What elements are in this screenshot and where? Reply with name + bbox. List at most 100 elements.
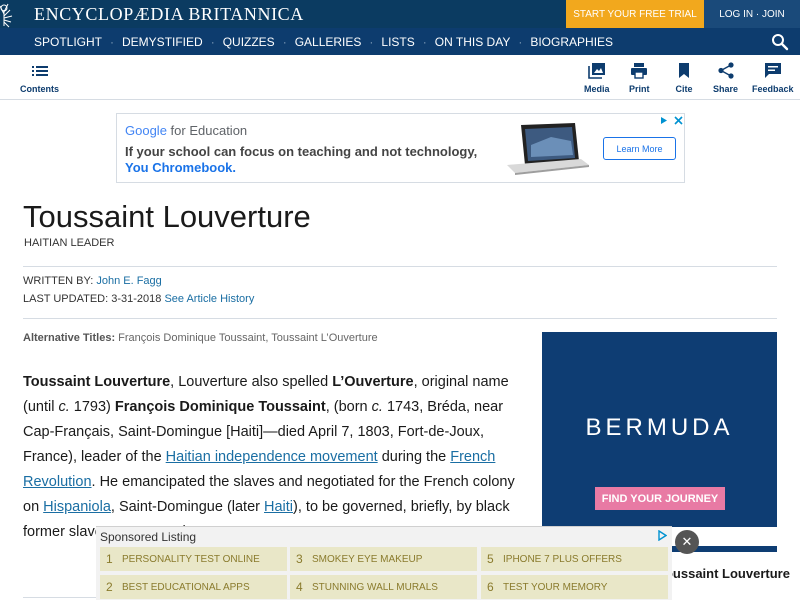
sponsored-item[interactable]: 5 IPHONE 7 PLUS OFFERS [481,547,668,571]
nav-separator: · [422,34,427,49]
text-run: , Saint-Domingue (later [110,499,265,515]
last-updated: LAST UPDATED: 3-31-2018 See Article Hist… [23,293,254,305]
sponsored-item-label: PERSONALITY TEST ONLINE [122,553,260,565]
chromebook-laptop-icon [507,123,589,175]
sponsored-item-label: BEST EDUCATIONAL APPS [122,581,250,593]
britannica-logo[interactable]: ENCYCLOPÆDIA BRITANNICA [0,0,304,28]
sponsored-item-label: SMOKEY EYE MAKEUP [312,553,423,565]
last-updated-label: LAST UPDATED: [23,293,109,305]
nav-separator: · [369,34,374,49]
nav-item-spotlight[interactable]: SPOTLIGHT [34,35,102,49]
thistle-logo-icon [0,3,13,28]
ad-choices-icon[interactable] [657,530,667,541]
page-title: Toussaint Louverture [23,199,311,234]
close-icon: ✕ [681,534,693,549]
sponsored-item-number: 1 [106,552,113,566]
written-by-label: WRITTEN BY: [23,275,94,287]
ad-tagline: You Chromebook. [125,160,236,175]
cite-label: Cite [675,84,693,94]
nav-list: SPOTLIGHT · DEMYSTIFIED · QUIZZES · GALL… [0,28,613,55]
article-toolbar: Contents Media Print Cite Share Feedback [0,55,800,100]
find-your-journey-button[interactable]: FIND YOUR JOURNEY [595,487,725,510]
feedback-label: Feedback [752,84,794,94]
image-gallery-icon [587,63,605,79]
cite-button[interactable]: Cite [675,62,693,94]
italic-term: c. [371,399,383,415]
sponsored-item[interactable]: 4 STUNNING WALL MURALS [290,575,477,599]
nav-item-biographies[interactable]: BIOGRAPHIES [530,35,613,49]
bookmark-icon [679,63,689,78]
main-nav: SPOTLIGHT · DEMYSTIFIED · QUIZZES · GALL… [0,28,800,55]
media-button[interactable]: Media [584,62,610,94]
ad-choices-icon[interactable] [659,115,685,126]
link-haiti[interactable]: Haiti [264,499,293,515]
bermuda-ad[interactable]: BERMUDA FIND YOUR JOURNEY [542,332,777,527]
author-link[interactable]: John E. Fagg [96,275,161,287]
divider [23,266,777,267]
print-button[interactable]: Print [629,62,650,94]
nav-item-lists[interactable]: LISTS [381,35,414,49]
media-label: Media [584,84,610,94]
text-run: , (born [325,399,372,415]
byline: WRITTEN BY: John E. Fagg [23,275,162,287]
learn-more-button[interactable]: Learn More [603,137,676,160]
top-header: ENCYCLOPÆDIA BRITANNICA START YOUR FREE … [0,0,800,28]
link-haitian-independence[interactable]: Haitian independence movement [166,449,378,465]
free-trial-button[interactable]: START YOUR FREE TRIAL [566,0,704,28]
italic-term: c. [58,399,70,415]
nav-item-on-this-day[interactable]: ON THIS DAY [435,35,511,49]
sponsored-item[interactable]: 3 SMOKEY EYE MAKEUP [290,547,477,571]
sponsored-item[interactable]: 6 TEST YOUR MEMORY [481,575,668,599]
nav-item-galleries[interactable]: GALLERIES [295,35,362,49]
alternative-titles-value: François Dominique Toussaint, Toussaint … [118,332,378,344]
article-intro-paragraph: Toussaint Louverture, Louverture also sp… [23,370,523,545]
bold-term: L’Ouverture [332,374,414,390]
text-run: during the [377,449,451,465]
list-icon [31,66,48,76]
sponsored-item-number: 4 [296,580,303,594]
nav-item-quizzes[interactable]: QUIZZES [223,35,275,49]
bold-term: Toussaint Louverture [23,374,171,390]
contents-button[interactable]: Contents [20,62,59,94]
search-icon[interactable] [771,33,789,51]
sponsored-item-number: 2 [106,580,113,594]
google-education-ad[interactable]: Google for Education If your school can … [116,113,685,183]
feedback-button[interactable]: Feedback [752,62,794,94]
login-join-button[interactable]: LOG IN · JOIN [704,0,800,28]
link-hispaniola[interactable]: Hispaniola [43,499,111,515]
divider [23,597,96,598]
close-ad-button[interactable]: ✕ [675,530,699,554]
feedback-icon [764,63,781,78]
alternative-titles-label: Alternative Titles: [23,332,116,344]
sponsored-item-number: 3 [296,552,303,566]
sponsored-item-label: STUNNING WALL MURALS [312,581,438,593]
share-button[interactable]: Share [713,62,738,94]
share-label: Share [713,84,739,94]
ad-brand-suffix: for Education [170,123,248,138]
bermuda-brand: BERMUDA [585,414,734,441]
text-run: 1793) [69,399,115,415]
sponsored-item-number: 6 [487,580,494,594]
text-run: , Louverture also spelled [170,374,333,390]
contents-label: Contents [20,84,59,94]
nav-item-demystified[interactable]: DEMYSTIFIED [122,35,203,49]
divider [23,318,777,319]
article-history-link[interactable]: See Article History [164,293,254,305]
sponsored-item-label: IPHONE 7 PLUS OFFERS [503,553,622,565]
page-subtitle: HAITIAN LEADER [24,237,115,249]
nav-separator: · [210,34,215,49]
sponsored-listing: Sponsored Listing 1 PERSONALITY TEST ONL… [96,526,672,600]
nav-separator: · [518,34,523,49]
sponsored-item[interactable]: 1 PERSONALITY TEST ONLINE [100,547,287,571]
sidebar-card-title: Toussaint Louverture [658,566,790,581]
nav-separator: · [282,34,287,49]
ad-headline: If your school can focus on teaching and… [125,144,478,159]
last-updated-date: 3-31-2018 [111,293,162,305]
share-icon [717,62,734,79]
sponsored-item-number: 5 [487,552,494,566]
print-label: Print [629,84,650,94]
logo-text: ENCYCLOPÆDIA BRITANNICA [34,3,304,24]
sponsored-title: Sponsored Listing [100,530,197,544]
bold-term: François Dominique Toussaint [114,399,326,415]
sponsored-item[interactable]: 2 BEST EDUCATIONAL APPS [100,575,287,599]
